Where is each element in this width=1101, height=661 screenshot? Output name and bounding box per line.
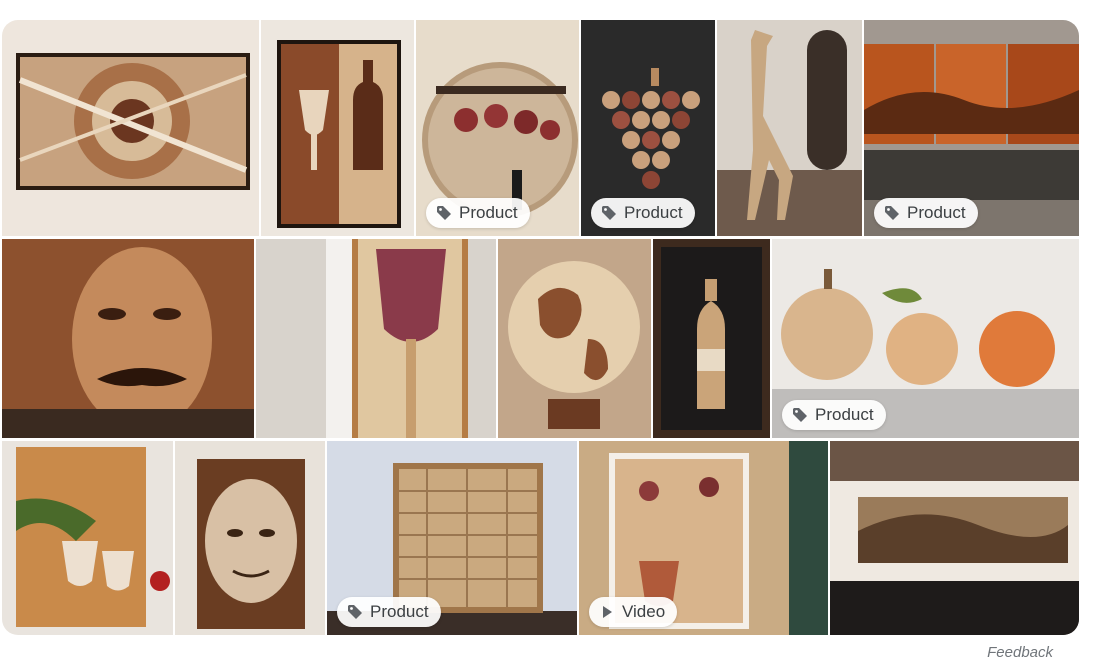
- badge-label: Product: [459, 203, 518, 222]
- product-badge: Product: [426, 198, 530, 228]
- result-thumbnail: [261, 20, 414, 236]
- tag-icon: [885, 206, 899, 220]
- result-thumbnail: [2, 441, 173, 635]
- badge-label: Product: [370, 602, 429, 621]
- result-thumbnail: [498, 239, 651, 438]
- image-result[interactable]: [498, 239, 651, 438]
- image-result[interactable]: Product: [772, 239, 1079, 438]
- image-result[interactable]: [175, 441, 325, 635]
- video-badge: Video: [589, 597, 678, 627]
- tag-icon: [348, 605, 362, 619]
- result-thumbnail: [2, 239, 254, 438]
- badge-label: Product: [624, 203, 683, 222]
- result-thumbnail: [717, 20, 862, 236]
- image-result[interactable]: Product: [864, 20, 1079, 236]
- product-badge: Product: [337, 597, 441, 627]
- tag-icon: [793, 408, 807, 422]
- tag-icon: [437, 206, 451, 220]
- product-badge: Product: [874, 198, 978, 228]
- result-thumbnail: [2, 20, 259, 236]
- result-thumbnail: [830, 441, 1079, 635]
- image-result[interactable]: [653, 239, 770, 438]
- product-badge: Product: [591, 198, 695, 228]
- badge-label: Product: [815, 405, 874, 424]
- image-results-grid: Product Product Product Product Product …: [2, 20, 1079, 635]
- image-result[interactable]: Product: [581, 20, 715, 236]
- image-result[interactable]: [2, 20, 259, 236]
- image-result[interactable]: [256, 239, 496, 438]
- image-result[interactable]: [2, 239, 254, 438]
- play-icon: [603, 606, 612, 618]
- result-thumbnail: [175, 441, 325, 635]
- badge-label: Video: [622, 602, 666, 621]
- image-result[interactable]: Video: [579, 441, 828, 635]
- badge-label: Product: [907, 203, 966, 222]
- image-result[interactable]: [830, 441, 1079, 635]
- image-result[interactable]: Product: [327, 441, 577, 635]
- tag-icon: [602, 206, 616, 220]
- image-result[interactable]: [261, 20, 414, 236]
- product-badge: Product: [782, 400, 886, 430]
- image-result[interactable]: [2, 441, 173, 635]
- result-thumbnail: [653, 239, 770, 438]
- result-thumbnail: [256, 239, 496, 438]
- image-result[interactable]: [717, 20, 862, 236]
- image-result[interactable]: Product: [416, 20, 579, 236]
